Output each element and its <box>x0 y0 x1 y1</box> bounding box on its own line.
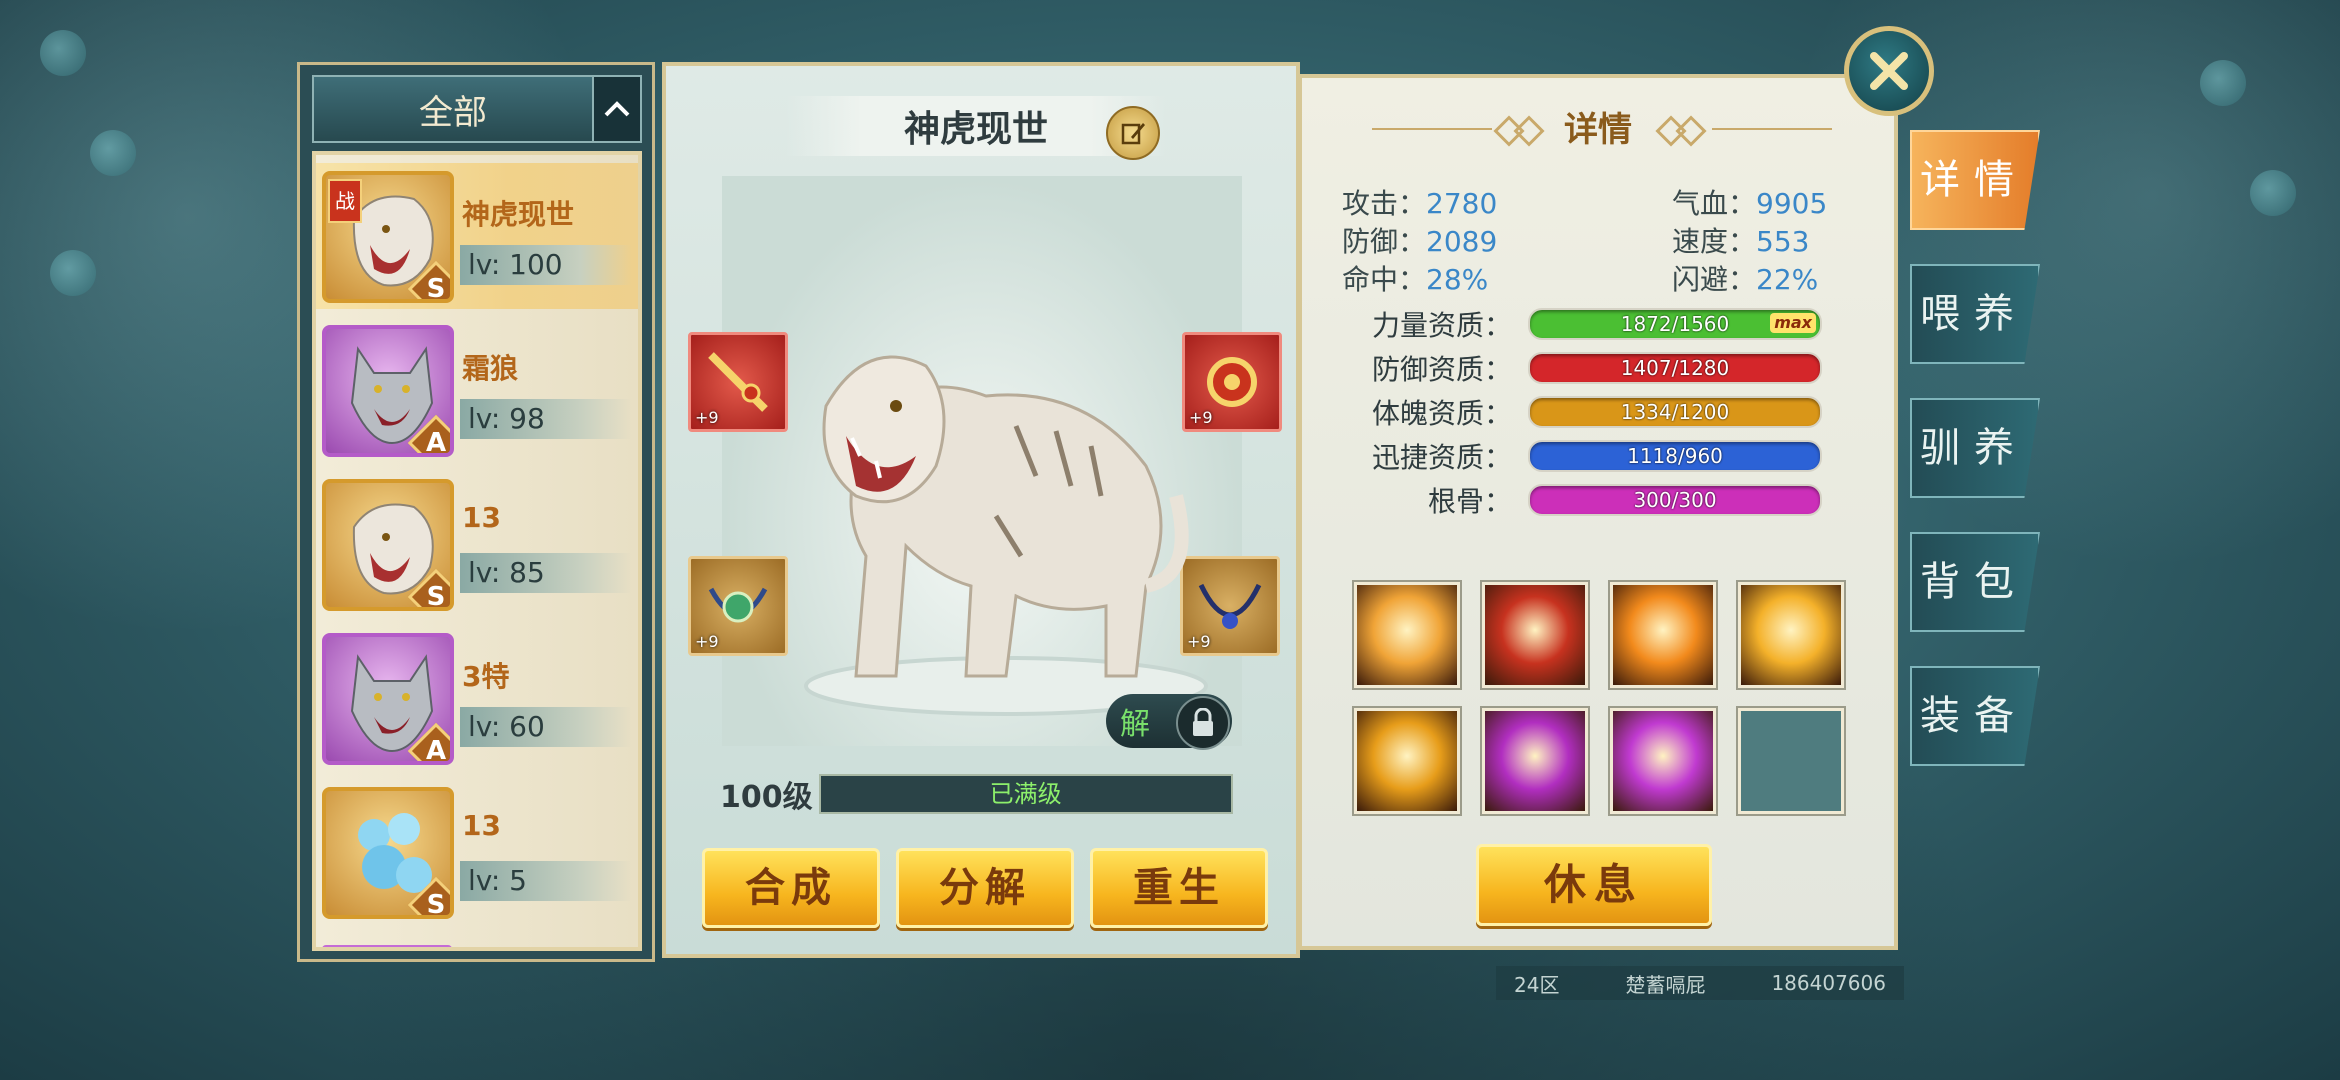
player-name: 楚蓄嗝屁 <box>1625 972 1706 997</box>
background-ornament <box>2200 60 2246 106</box>
stat-accuracy: 命中：28% <box>1342 263 1489 296</box>
pet-list-item[interactable]: S 13 lv: 5 <box>316 779 638 925</box>
server-label: 24区 <box>1514 972 1560 997</box>
pet-list-panel: 全部 战 S 神虎现世 lv: 100 A 霜狼 lv: 98 S 13 lv: 85 A 3特 lv:… <box>297 62 655 962</box>
battle-badge: 战 <box>328 179 362 223</box>
pet-list-item[interactable]: A 霜狼 lv: 98 <box>316 317 638 463</box>
aptitude-row: 迅捷资质： 1118/960 <box>1346 436 1822 476</box>
background-ornament <box>90 130 136 176</box>
aptitude-label: 防御资质： <box>1371 353 1512 386</box>
close-icon <box>1870 52 1908 90</box>
edit-icon <box>1121 123 1145 145</box>
pet-portrait: A <box>322 325 454 457</box>
pet-level: lv: 5 <box>460 861 632 901</box>
purple-slash-skill-icon[interactable] <box>1482 708 1588 814</box>
unlock-label: 解 <box>1120 707 1150 742</box>
tab-tame[interactable]: 驯养 <box>1910 398 2040 498</box>
aptitude-label: 迅捷资质： <box>1371 441 1512 474</box>
stat-hp: 气血：9905 <box>1672 187 1828 220</box>
golden-burst-skill-icon[interactable] <box>1738 582 1844 688</box>
pet-level: lv: 98 <box>460 399 632 439</box>
lock-icon <box>1176 696 1230 750</box>
aptitude-bar: 1407/1280 <box>1528 352 1822 384</box>
white-tiger-pet-model <box>804 355 1208 716</box>
player-info-bar: 24区 楚蓄嗝屁 186407606 <box>1496 966 1904 1000</box>
close-button[interactable] <box>1844 26 1934 116</box>
filter-dropdown[interactable]: 全部 <box>312 75 642 143</box>
level-progress-bar: 已满级 <box>818 774 1233 814</box>
aptitude-label: 体魄资质： <box>1371 397 1512 430</box>
background-ornament <box>40 30 86 76</box>
pet-name: 霜狼 <box>462 352 519 385</box>
unlock-toggle[interactable]: 解 <box>1106 694 1232 750</box>
pet-list: 战 S 神虎现世 lv: 100 A 霜狼 lv: 98 S 13 lv: 85 A 3特 lv: 60… <box>312 151 642 951</box>
stat-defense: 防御：2089 <box>1342 225 1498 258</box>
tab-bag[interactable]: 背包 <box>1910 532 2040 632</box>
stat-dodge: 闪避：22% <box>1672 263 1819 296</box>
aptitude-row: 体魄资质： 1334/1200 <box>1346 392 1822 432</box>
pet-list-item-partial[interactable] <box>322 945 452 947</box>
pet-portrait: S <box>322 479 454 611</box>
fire-orb-skill-icon[interactable] <box>1482 582 1588 688</box>
pet-level: lv: 85 <box>460 553 632 593</box>
pet-portrait: 战S <box>322 171 454 303</box>
aptitude-label: 根骨： <box>1427 485 1512 518</box>
lion-roar-skill-icon[interactable] <box>1354 582 1460 688</box>
aptitude-row: 防御资质： 1407/1280 <box>1346 348 1822 388</box>
pet-level: lv: 100 <box>460 245 632 285</box>
tab-equipment[interactable]: 装备 <box>1910 666 2040 766</box>
level-row: 100级 已满级 <box>720 772 1233 816</box>
pet-name: 13 <box>462 501 501 534</box>
pet-portrait: S <box>322 787 454 919</box>
tab-details[interactable]: 详情 <box>1910 130 2040 230</box>
stat-speed: 速度：553 <box>1672 225 1810 258</box>
pet-name: 3特 <box>462 660 510 693</box>
pet-list-item[interactable]: S 13 lv: 85 <box>316 471 638 617</box>
aptitude-row: 根骨： 300/300 <box>1346 480 1822 520</box>
pet-list-item[interactable]: A 3特 lv: 60 <box>316 625 638 771</box>
background-ornament <box>50 250 96 296</box>
rebirth-button[interactable]: 重生 <box>1090 848 1268 928</box>
tab-feed[interactable]: 喂养 <box>1910 264 2040 364</box>
details-panel: 详情 攻击：2780 气血：9905 防御：2089 速度：553 命中：28%… <box>1298 74 1898 950</box>
pet-name: 13 <box>462 809 501 842</box>
aptitude-value: 1334/1200 <box>1620 400 1730 424</box>
rest-button[interactable]: 休息 <box>1476 844 1712 926</box>
aptitude-bar: 1334/1200 <box>1528 396 1822 428</box>
rename-button[interactable] <box>1106 106 1160 160</box>
max-badge: max <box>1770 313 1816 333</box>
background-ornament <box>2250 170 2296 216</box>
phoenix-flame-skill-icon[interactable] <box>1610 582 1716 688</box>
aptitude-value: 1407/1280 <box>1620 356 1730 380</box>
player-id: 186407606 <box>1771 971 1886 995</box>
golden-claw-skill-icon[interactable] <box>1354 708 1460 814</box>
aptitude-bar: 1872/1560 max <box>1528 308 1822 340</box>
chevron-up-icon[interactable] <box>592 77 640 141</box>
details-header: 详情 <box>1302 102 1894 151</box>
aptitude-bar: 1118/960 <box>1528 440 1822 472</box>
level-label: 100级 <box>720 780 813 815</box>
purple-lightning-skill-icon[interactable] <box>1610 708 1716 814</box>
aptitude-bar: 300/300 <box>1528 484 1822 516</box>
details-title: 详情 <box>1564 110 1632 150</box>
filter-label: 全部 <box>419 92 487 133</box>
decompose-button[interactable]: 分解 <box>896 848 1074 928</box>
pet-portrait: A <box>322 633 454 765</box>
aptitude-label: 力量资质： <box>1371 309 1512 342</box>
aptitude-value: 1118/960 <box>1627 444 1723 468</box>
pet-title: 神虎现世 <box>903 109 1048 150</box>
stat-attack: 攻击：2780 <box>1342 187 1498 220</box>
empty-skill-slot-icon[interactable] <box>1738 708 1844 814</box>
aptitude-row: 力量资质： 1872/1560 max <box>1346 304 1822 344</box>
pet-level: lv: 60 <box>460 707 632 747</box>
aptitude-value: 300/300 <box>1633 488 1717 512</box>
pet-name: 神虎现世 <box>462 198 575 231</box>
pet-list-item[interactable]: 战 S 神虎现世 lv: 100 <box>316 163 638 309</box>
synthesize-button[interactable]: 合成 <box>702 848 880 928</box>
pet-display-panel: 神虎现世 +9 +9 +9 +9 解 100级 已满级 合成 分解 重生 <box>662 62 1300 958</box>
